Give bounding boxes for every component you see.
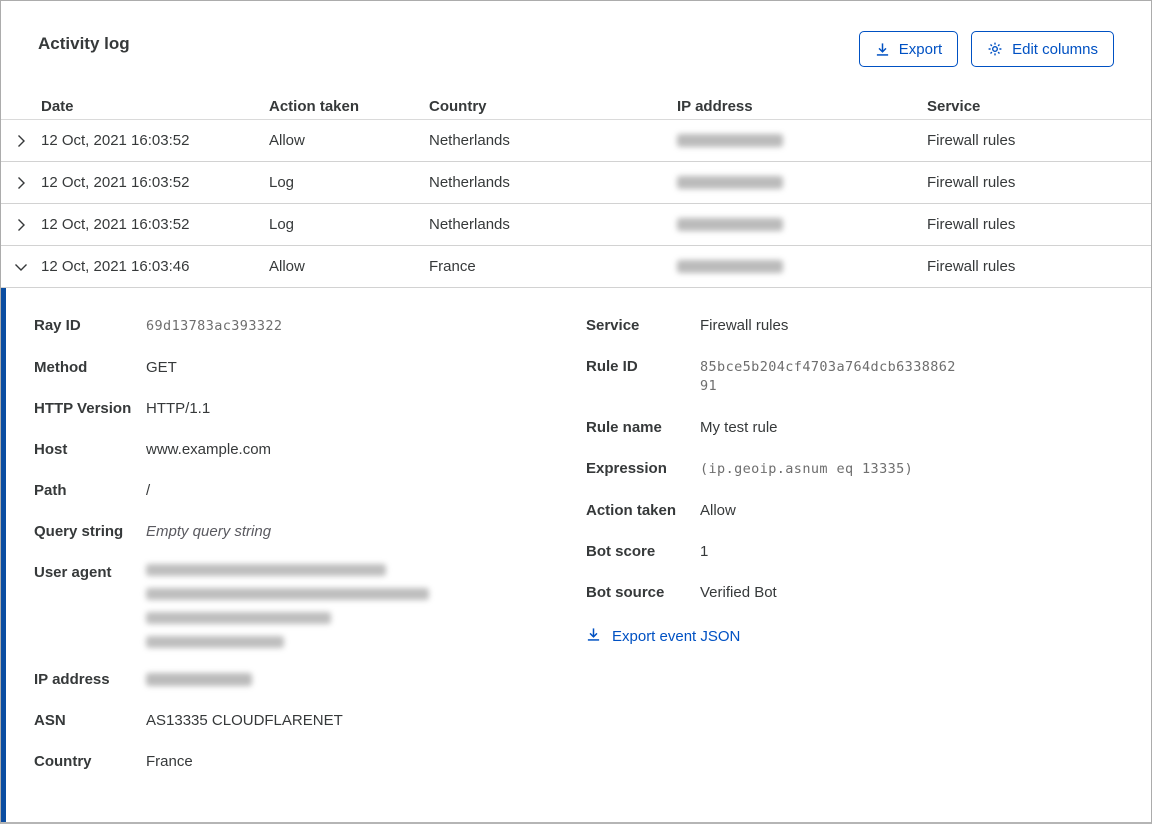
cell-date: 12 Oct, 2021 16:03:52 bbox=[41, 132, 190, 149]
activity-log-panel: Activity log Export Edit columns Date Ac… bbox=[0, 0, 1152, 824]
table-row[interactable]: 12 Oct, 2021 16:03:52 Log Netherlands Fi… bbox=[1, 162, 1151, 204]
cell-date: 12 Oct, 2021 16:03:52 bbox=[41, 216, 190, 233]
detail-right-column: Service Firewall rules Rule ID 85bce5b20… bbox=[586, 317, 1114, 794]
user-agent-redacted bbox=[146, 564, 586, 648]
rule-name-value: My test rule bbox=[700, 419, 778, 436]
detail-field-path: Path / bbox=[34, 482, 586, 500]
cell-action-taken: Allow bbox=[269, 258, 305, 275]
cell-action-taken: Allow bbox=[269, 132, 305, 149]
cell-ip-address-redacted bbox=[677, 260, 927, 273]
detail-field-asn: ASN AS13335 CLOUDFLARENET bbox=[34, 712, 586, 730]
chevron-down-icon[interactable] bbox=[1, 259, 41, 275]
page-title: Activity log bbox=[38, 34, 130, 53]
export-button[interactable]: Export bbox=[858, 31, 959, 67]
cell-action-taken: Log bbox=[269, 174, 295, 191]
edit-columns-button-label: Edit columns bbox=[1012, 40, 1098, 58]
detail-field-ip-address: IP address bbox=[34, 671, 586, 689]
http-version-value: HTTP/1.1 bbox=[146, 400, 211, 417]
query-string-value: Empty query string bbox=[146, 523, 272, 540]
cell-service: Firewall rules bbox=[927, 132, 1016, 149]
detail-field-ray-id: Ray ID 69d13783ac393322 bbox=[34, 317, 586, 336]
edit-columns-button[interactable]: Edit columns bbox=[971, 31, 1114, 67]
detail-field-country: Country France bbox=[34, 753, 586, 771]
bot-score-value: 1 bbox=[700, 543, 709, 560]
table-row[interactable]: 12 Oct, 2021 16:03:52 Allow Netherlands … bbox=[1, 120, 1151, 162]
cell-country: Netherlands bbox=[429, 174, 510, 191]
detail-field-method: Method GET bbox=[34, 359, 586, 377]
table-row[interactable]: 12 Oct, 2021 16:03:52 Log Netherlands Fi… bbox=[1, 204, 1151, 246]
detail-field-host: Host www.example.com bbox=[34, 441, 586, 459]
cell-country: Netherlands bbox=[429, 132, 510, 149]
detail-field-service: Service Firewall rules bbox=[586, 317, 1114, 335]
expression-value: (ip.geoip.asnum eq 13335) bbox=[700, 461, 914, 477]
download-icon bbox=[586, 627, 601, 646]
ip-address-redacted bbox=[146, 671, 586, 686]
export-event-json-label: Export event JSON bbox=[612, 628, 741, 645]
asn-value: AS13335 CLOUDFLARENET bbox=[146, 712, 343, 729]
detail-field-query-string: Query string Empty query string bbox=[34, 523, 586, 541]
cell-date: 12 Oct, 2021 16:03:52 bbox=[41, 174, 190, 191]
chevron-right-icon[interactable] bbox=[1, 217, 41, 233]
method-value: GET bbox=[146, 359, 177, 376]
cell-service: Firewall rules bbox=[927, 174, 1016, 191]
detail-field-expression: Expression (ip.geoip.asnum eq 13335) bbox=[586, 460, 1114, 479]
column-header-date: Date bbox=[41, 97, 74, 115]
ray-id-value: 69d13783ac393322 bbox=[146, 318, 283, 334]
detail-field-bot-score: Bot score 1 bbox=[586, 543, 1114, 561]
export-button-label: Export bbox=[898, 40, 943, 58]
bot-source-value: Verified Bot bbox=[700, 584, 777, 601]
export-event-json-link[interactable]: Export event JSON bbox=[586, 627, 740, 646]
action-taken-value: Allow bbox=[700, 502, 736, 519]
country-value: France bbox=[146, 753, 193, 770]
detail-field-http-version: HTTP Version HTTP/1.1 bbox=[34, 400, 586, 418]
column-header-action-taken: Action taken bbox=[269, 97, 360, 115]
column-header-country: Country bbox=[429, 97, 487, 115]
service-value: Firewall rules bbox=[700, 317, 789, 334]
topbar: Activity log Export Edit columns bbox=[1, 1, 1151, 93]
cell-service: Firewall rules bbox=[927, 258, 1016, 275]
host-value: www.example.com bbox=[146, 441, 272, 458]
column-header-service: Service bbox=[927, 97, 981, 115]
rule-id-value: 85bce5b204cf4703a764dcb633886291 bbox=[700, 359, 956, 394]
cell-date: 12 Oct, 2021 16:03:46 bbox=[41, 258, 190, 275]
column-header-ip-address: IP address bbox=[677, 97, 753, 115]
detail-field-bot-source: Bot source Verified Bot bbox=[586, 584, 1114, 602]
chevron-right-icon[interactable] bbox=[1, 133, 41, 149]
table-row-expanded[interactable]: 12 Oct, 2021 16:03:46 Allow France Firew… bbox=[1, 246, 1151, 288]
detail-field-rule-id: Rule ID 85bce5b204cf4703a764dcb633886291 bbox=[586, 358, 956, 394]
cell-service: Firewall rules bbox=[927, 216, 1016, 233]
detail-field-rule-name: Rule name My test rule bbox=[586, 419, 1114, 437]
cell-ip-address-redacted bbox=[677, 218, 927, 231]
detail-left-column: Ray ID 69d13783ac393322 Method GET HTTP … bbox=[34, 317, 586, 794]
cell-country: Netherlands bbox=[429, 216, 510, 233]
detail-field-action-taken: Action taken Allow bbox=[586, 502, 1114, 520]
cell-ip-address-redacted bbox=[677, 176, 927, 189]
cell-action-taken: Log bbox=[269, 216, 295, 233]
toolbar: Export Edit columns bbox=[858, 31, 1114, 67]
table-header: Date Action taken Country IP address Ser… bbox=[1, 93, 1151, 120]
path-value: / bbox=[146, 482, 151, 499]
event-detail-panel: Ray ID 69d13783ac393322 Method GET HTTP … bbox=[1, 288, 1151, 822]
cell-ip-address-redacted bbox=[677, 134, 927, 147]
cell-country: France bbox=[429, 258, 476, 275]
download-icon bbox=[875, 42, 890, 57]
gear-icon bbox=[987, 41, 1003, 57]
detail-field-user-agent: User agent bbox=[34, 564, 586, 648]
chevron-right-icon[interactable] bbox=[1, 175, 41, 191]
